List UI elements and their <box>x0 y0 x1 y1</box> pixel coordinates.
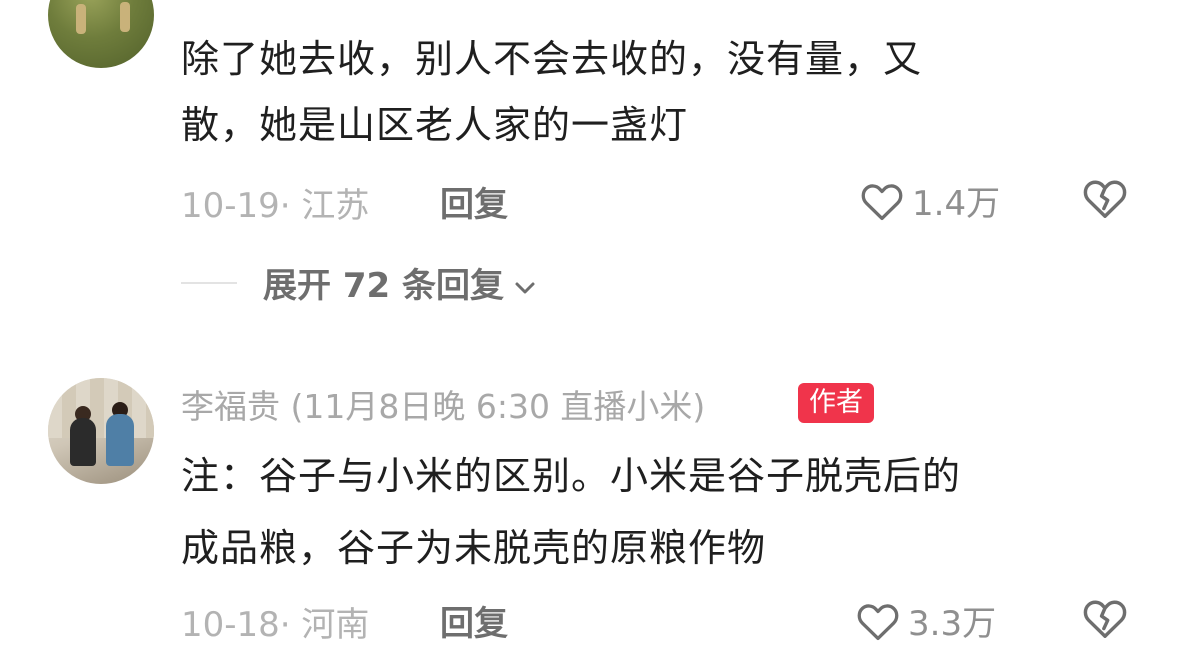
avatar[interactable] <box>48 0 154 68</box>
comment-date-location: 10-18· 河南 <box>181 605 370 645</box>
username[interactable]: 李福贵 (11月8日晚 6:30 直播小米) <box>181 380 705 428</box>
expand-replies-button[interactable]: 展开 72 条回复 <box>263 258 536 307</box>
heart-outline-icon <box>856 600 900 642</box>
chevron-down-icon <box>514 265 536 305</box>
comment-text-line: 除了她去收，别人不会去收的，没有量，又 <box>181 37 923 81</box>
reply-button[interactable]: 回复 <box>440 177 508 226</box>
dislike-button[interactable] <box>1082 176 1128 224</box>
comment-text-line: 成品粮，谷子为未脱壳的原粮作物 <box>181 526 767 570</box>
expand-divider <box>181 282 237 284</box>
like-count: 3.3万 <box>908 604 997 644</box>
dislike-button[interactable] <box>1082 596 1128 644</box>
like-button[interactable]: 1.4万 <box>860 176 1000 225</box>
like-button[interactable]: 3.3万 <box>856 596 996 645</box>
expand-replies-label: 展开 72 条回复 <box>263 266 504 306</box>
like-count: 1.4万 <box>912 184 1001 224</box>
author-badge: 作者 <box>798 383 874 423</box>
comment-date-location: 10-19· 江苏 <box>181 186 370 226</box>
reply-button[interactable]: 回复 <box>440 596 508 645</box>
comment-text-line: 注：谷子与小米的区别。小米是谷子脱壳后的 <box>181 454 962 498</box>
heart-outline-icon <box>860 180 904 222</box>
avatar[interactable] <box>48 378 154 484</box>
comment-text-line: 散，她是山区老人家的一盏灯 <box>181 103 689 147</box>
broken-heart-icon <box>1082 600 1128 644</box>
broken-heart-icon <box>1082 180 1128 224</box>
